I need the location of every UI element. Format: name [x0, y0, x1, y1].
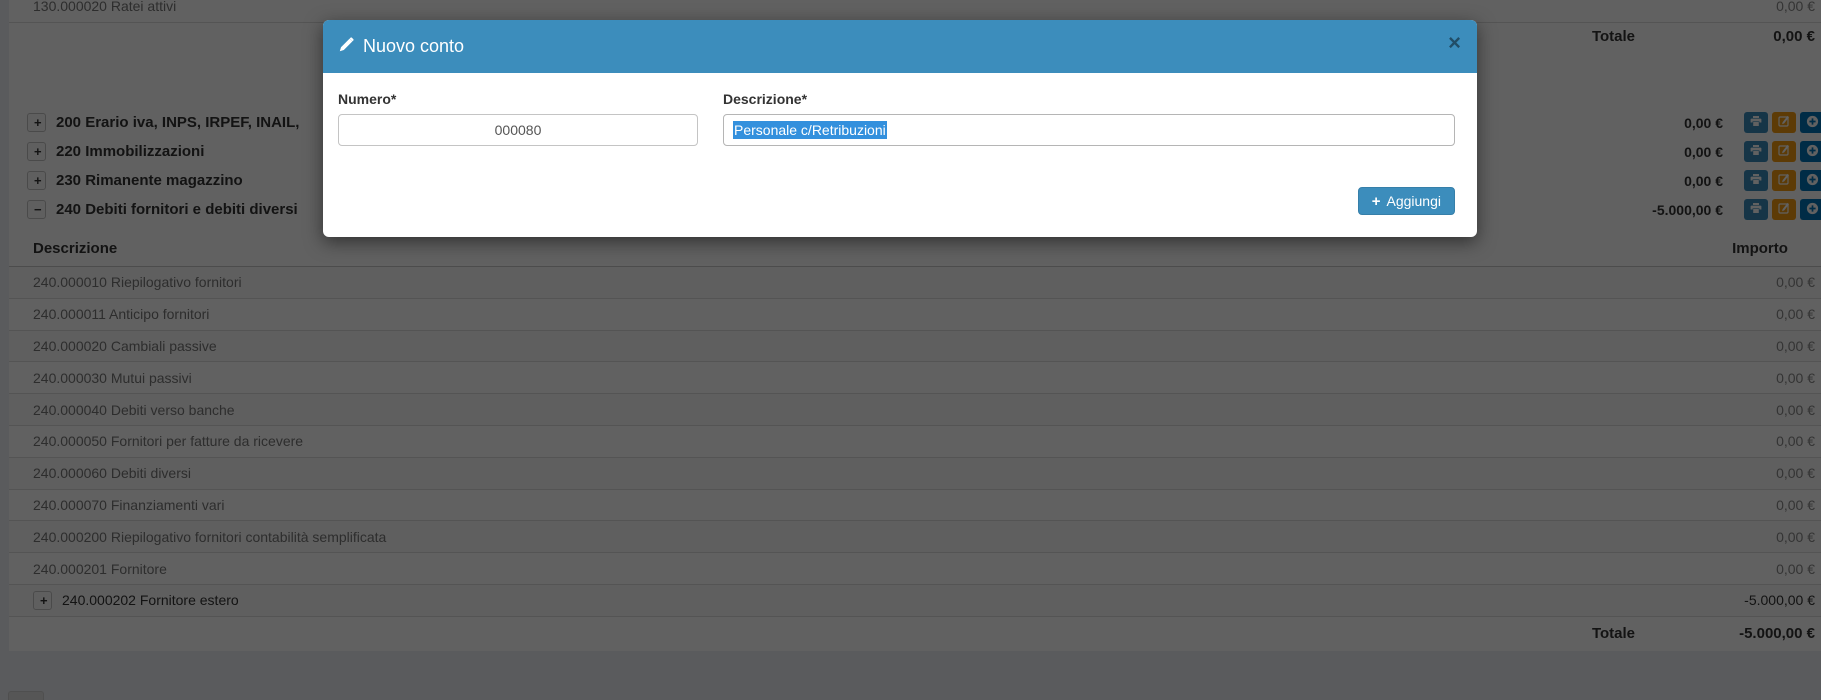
- pencil-icon: [339, 36, 363, 57]
- modal-body: Numero* Descrizione* Personale c/Retribu…: [323, 73, 1477, 237]
- descrizione-input[interactable]: Personale c/Retribuzioni: [723, 114, 1455, 146]
- descrizione-label: Descrizione*: [723, 91, 1455, 108]
- modal-title: Nuovo conto: [339, 36, 464, 57]
- close-icon[interactable]: ×: [1448, 32, 1461, 54]
- modal-footer: + Aggiungi: [338, 187, 1455, 215]
- modal-header: Nuovo conto ×: [323, 20, 1477, 73]
- aggiungi-button[interactable]: + Aggiungi: [1358, 187, 1455, 215]
- nuovo-conto-modal: Nuovo conto × Numero* Descrizione* Perso…: [323, 20, 1477, 237]
- numero-label: Numero*: [338, 91, 698, 108]
- numero-input[interactable]: [338, 114, 698, 146]
- descrizione-field-group: Descrizione* Personale c/Retribuzioni: [723, 91, 1455, 146]
- selected-text: Personale c/Retribuzioni: [733, 121, 887, 139]
- plus-icon: +: [1372, 193, 1381, 210]
- numero-field-group: Numero*: [338, 91, 698, 146]
